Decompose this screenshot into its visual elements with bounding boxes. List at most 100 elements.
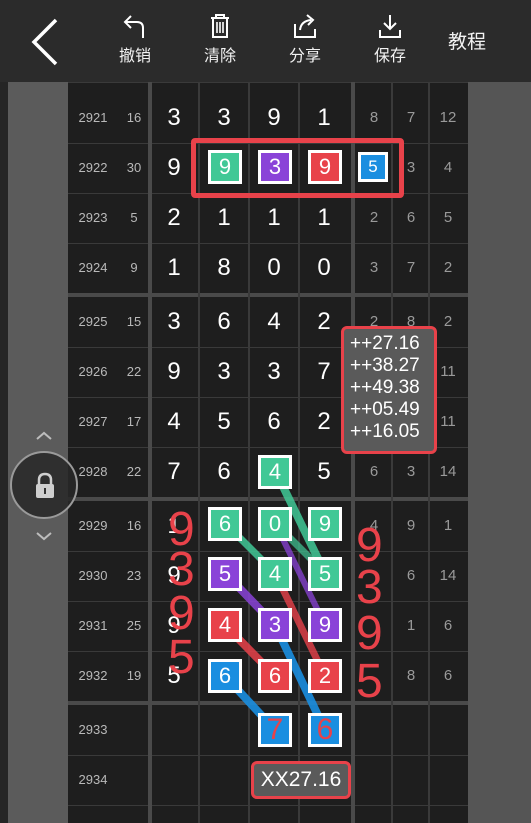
row-divider — [68, 82, 468, 83]
stat-cell: 2 — [443, 259, 453, 276]
digit-box-purple[interactable]: 3 — [258, 150, 292, 184]
stat-cell: 14 — [439, 567, 457, 584]
digit-box-green[interactable]: 9 — [308, 507, 342, 541]
digit-cell[interactable]: 1 — [249, 193, 299, 243]
digit-cell[interactable]: 1 — [199, 193, 249, 243]
back-button[interactable] — [24, 14, 68, 70]
digit-cell[interactable] — [149, 755, 199, 805]
stat-cell: 14 — [439, 463, 457, 480]
digit-cell[interactable]: 7 — [149, 447, 199, 497]
digit-cell[interactable]: 4 — [249, 297, 299, 347]
digit-cell[interactable]: 8 — [199, 243, 249, 293]
clear-button[interactable]: 清除 — [190, 12, 250, 72]
stat-cell: 9 — [406, 517, 416, 534]
digit-cell[interactable]: 3 — [149, 93, 199, 143]
digit-box-green[interactable]: 6 — [208, 507, 242, 541]
digit-cell[interactable]: 2 — [149, 193, 199, 243]
digit-box-value: 6 — [268, 663, 282, 688]
digit-cell[interactable]: 1 — [299, 93, 349, 143]
sum-value: 17 — [126, 414, 142, 429]
issue-number: 2921 — [78, 110, 108, 125]
undo-icon — [123, 15, 144, 38]
digit-cell[interactable] — [199, 755, 249, 805]
sum-value: 9 — [130, 260, 138, 275]
stat-cell: 7 — [406, 109, 416, 126]
digit-cell[interactable]: 3 — [249, 347, 299, 397]
download-icon — [379, 15, 401, 38]
digit-box-purple[interactable]: 9 — [308, 608, 342, 642]
digit-cell[interactable]: 6 — [199, 297, 249, 347]
digit-cell[interactable]: 3 — [199, 347, 249, 397]
tutorial-button[interactable]: 教程 — [448, 27, 486, 54]
right-panel — [468, 82, 531, 823]
red-hand-digit: 5 — [356, 655, 383, 708]
stat-cell: 1 — [406, 617, 416, 634]
prediction-box-blue[interactable]: 6 — [308, 713, 342, 747]
digit-box-value: 9 — [318, 511, 332, 536]
annotation-line: ++27.16 — [350, 333, 420, 354]
table-row: 2923 5 2 1 1 1 2 6 5 — [68, 193, 468, 243]
digit-box-value: 9 — [318, 612, 332, 637]
digit-cell[interactable]: 4 — [149, 397, 199, 447]
digit-cell[interactable] — [149, 705, 199, 755]
sum-value: 30 — [126, 160, 142, 175]
digit-cell[interactable]: 0 — [249, 243, 299, 293]
digit-box-value: 5 — [318, 561, 332, 586]
stat-cell: 5 — [443, 209, 453, 226]
sum-value: 25 — [126, 618, 142, 633]
digit-box-value: 3 — [268, 154, 282, 179]
issue-number: 2925 — [78, 314, 108, 329]
digit-box-blue[interactable]: 5 — [358, 152, 388, 182]
digit-cell[interactable] — [199, 705, 249, 755]
digit-cell[interactable]: 6 — [199, 447, 249, 497]
stat-cell — [356, 755, 392, 805]
digit-box-green[interactable]: 0 — [258, 507, 292, 541]
digit-box-value: 6 — [218, 663, 232, 688]
digit-box-blue[interactable]: 6 — [208, 659, 242, 693]
chevron-down-icon[interactable] — [34, 529, 54, 543]
stat-cell: 3 — [406, 463, 416, 480]
annotation-note: ++27.16 ++38.27 ++49.38 ++05.49 ++16.05 — [341, 326, 437, 454]
digit-cell[interactable]: 0 — [299, 243, 349, 293]
digit-cell[interactable]: 5 — [199, 397, 249, 447]
issue-number: 2934 — [78, 772, 108, 787]
bottom-note: XX27.16 — [251, 761, 351, 799]
digit-box-red[interactable]: 2 — [308, 659, 342, 693]
stat-cell: 1 — [443, 517, 453, 534]
sum-value: 5 — [130, 210, 138, 225]
lock-button[interactable] — [10, 451, 78, 519]
stat-cell — [430, 755, 466, 805]
digit-cell[interactable]: 3 — [149, 297, 199, 347]
digit-box-purple[interactable]: 3 — [258, 608, 292, 642]
stat-cell: 4 — [443, 159, 453, 176]
save-button[interactable]: 保存 — [360, 12, 420, 72]
chevron-up-icon[interactable] — [34, 429, 54, 443]
digit-box-green[interactable]: 5 — [308, 557, 342, 591]
stat-cell — [393, 755, 429, 805]
lock-control — [8, 425, 80, 550]
issue-number: 2924 — [78, 260, 108, 275]
digit-box-red[interactable]: 6 — [258, 659, 292, 693]
digit-cell[interactable]: 1 — [299, 193, 349, 243]
stat-cell: 6 — [406, 209, 416, 226]
digit-cell[interactable]: 3 — [199, 93, 249, 143]
toolbar: 撤销 清除 分享 保存 教程 — [0, 0, 531, 82]
issue-number: 2930 — [78, 568, 108, 583]
prediction-box-blue[interactable]: 7 — [258, 713, 292, 747]
undo-button[interactable]: 撤销 — [105, 12, 165, 72]
sum-value: 19 — [126, 668, 142, 683]
undo-label: 撤销 — [118, 46, 151, 65]
share-button[interactable]: 分享 — [275, 12, 335, 72]
digit-box-value: 4 — [218, 612, 232, 637]
digit-cell[interactable]: 6 — [249, 397, 299, 447]
digit-box-green[interactable]: 4 — [258, 455, 292, 489]
digit-box-red[interactable]: 9 — [308, 150, 342, 184]
digit-box-red[interactable]: 4 — [208, 608, 242, 642]
digit-box-green[interactable]: 9 — [208, 150, 242, 184]
digit-cell[interactable]: 9 — [149, 347, 199, 397]
digit-cell[interactable]: 5 — [299, 447, 349, 497]
digit-cell[interactable]: 9 — [249, 93, 299, 143]
digit-box-green[interactable]: 4 — [258, 557, 292, 591]
digit-cell[interactable]: 1 — [149, 243, 199, 293]
digit-box-purple[interactable]: 5 — [208, 557, 242, 591]
